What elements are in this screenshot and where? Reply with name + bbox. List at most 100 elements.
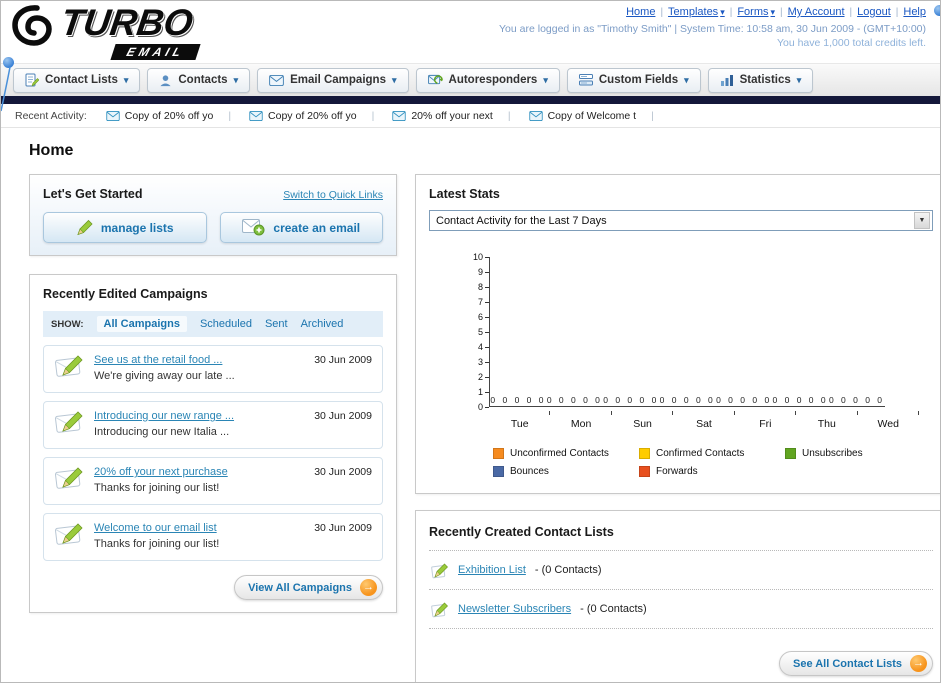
- chart-bar-group: 0 0 0 0 0: [603, 395, 659, 405]
- campaign-title-link[interactable]: Welcome to our email list: [94, 522, 219, 534]
- chart-value-labels: 0 0 0 0 0: [490, 395, 546, 405]
- chart-category-label: Sat: [696, 418, 712, 430]
- recent-activity-item[interactable]: Copy of 20% off yo: [240, 110, 383, 122]
- chevron-down-icon: [914, 212, 930, 229]
- top-link-my-account[interactable]: My Account: [788, 6, 845, 18]
- envelope-pencil-icon: [54, 353, 84, 384]
- chart-y-tick: 3: [463, 358, 489, 367]
- nav-accent-bar: [1, 96, 940, 104]
- top-link-home[interactable]: Home: [626, 6, 655, 18]
- legend-item-unconfirmed-contacts: Unconfirmed Contacts: [493, 448, 639, 459]
- legend-swatch: [639, 448, 650, 459]
- envelope-icon: [249, 110, 263, 121]
- top-link-logout[interactable]: Logout: [857, 6, 891, 18]
- recent-activity-text: Copy of 20% off yo: [124, 109, 214, 122]
- contact-list-detail: - (0 Contacts): [580, 603, 647, 615]
- manage-lists-button[interactable]: manage lists: [43, 212, 207, 243]
- nav-tab-label: Custom Fields: [598, 74, 679, 86]
- recent-activity-item[interactable]: 20% off your next: [383, 110, 519, 122]
- nav-tab-label: Autoresponders: [448, 74, 538, 86]
- envelope-icon: [269, 74, 284, 86]
- switch-quick-links-link[interactable]: Switch to Quick Links: [283, 189, 383, 201]
- nav-tab-autoresponders[interactable]: Autoresponders: [415, 67, 560, 93]
- chart-y-tick: 4: [463, 343, 489, 352]
- filter-tab-all-campaigns[interactable]: All Campaigns: [96, 316, 187, 332]
- pencil-icon: [431, 600, 449, 618]
- contact-list-link[interactable]: Exhibition List: [458, 564, 526, 576]
- campaign-date: 30 Jun 2009: [314, 466, 372, 478]
- nav-tab-contacts[interactable]: Contacts: [147, 67, 251, 93]
- campaign-subtitle: Introducing our new Italia ...: [94, 426, 230, 438]
- view-all-campaigns-button[interactable]: View All Campaigns: [234, 575, 383, 600]
- logo-swirl-icon: [11, 3, 59, 49]
- chart-bar-group: 0 0 0 0 0: [490, 395, 546, 405]
- chart-y-axis: 10 9 8 7 6 5 4 3 2 1 0: [463, 253, 489, 412]
- nav-tab-statistics[interactable]: Statistics: [707, 67, 814, 93]
- contact-list-row[interactable]: Exhibition List - (0 Contacts): [429, 551, 933, 590]
- contact-list-row[interactable]: Newsletter Subscribers - (0 Contacts): [429, 590, 933, 629]
- campaign-row[interactable]: See us at the retail food ... We're givi…: [43, 345, 383, 393]
- get-started-panel: Let's Get Started Switch to Quick Links …: [29, 174, 397, 256]
- nav-tab-contact-lists[interactable]: Contact Lists: [13, 67, 141, 93]
- chart-category-label: Mon: [570, 418, 592, 430]
- recent-activity-text: Copy of 20% off yo: [268, 109, 357, 122]
- envelope-pencil-icon: [54, 465, 84, 496]
- chart-bar-group: 0 0 0 0 0: [829, 395, 885, 405]
- top-link-forms[interactable]: Forms: [737, 6, 775, 18]
- campaign-row[interactable]: Welcome to our email list Thanks for joi…: [43, 513, 383, 561]
- chevron-down-icon: [797, 74, 802, 86]
- pencil-icon: [431, 561, 449, 579]
- campaign-title-link[interactable]: 20% off your next purchase: [94, 466, 228, 478]
- top-link-templates-label: Templates: [668, 6, 719, 18]
- nav-tab-email-campaigns[interactable]: Email Campaigns: [257, 67, 409, 93]
- separator: [891, 6, 904, 18]
- chart-value-labels: 0 0 0 0 0: [716, 395, 772, 405]
- page: TURBO EMAIL Home Templates Forms My Account…: [0, 0, 941, 683]
- chart-category-label: Fri: [759, 418, 772, 430]
- campaign-title-link[interactable]: See us at the retail food ...: [94, 354, 235, 366]
- top-link-help[interactable]: Help: [903, 6, 926, 18]
- create-email-button[interactable]: create an email: [219, 212, 383, 243]
- campaign-title-link[interactable]: Introducing our new range ...: [94, 410, 234, 422]
- chart-value-labels: 0 0 0 0 0: [546, 395, 603, 405]
- chart-bar-group: 0 0 0 0 0: [659, 395, 715, 405]
- filter-tab-archived[interactable]: Archived: [301, 318, 344, 330]
- filter-tab-sent[interactable]: Sent: [265, 318, 288, 330]
- envelope-icon: [392, 110, 406, 121]
- main-content: Home Let's Get Started Switch to Quick L…: [1, 128, 940, 682]
- envelope-icon: [106, 110, 120, 121]
- legend-swatch: [493, 448, 504, 459]
- view-all-campaigns-label: View All Campaigns: [248, 581, 352, 594]
- chevron-down-icon: [392, 74, 397, 86]
- contact-list-link[interactable]: Newsletter Subscribers: [458, 603, 571, 615]
- contact-activity-chart: 10 9 8 7 6 5 4 3 2 1 0 0 0 0 0 00 0 0 0 00 0 0 0 0…: [463, 253, 933, 412]
- nav-tab-label: Email Campaigns: [290, 74, 386, 86]
- legend-label: Unconfirmed Contacts: [510, 448, 609, 459]
- recent-activity-item[interactable]: Copy of 20% off yo: [97, 110, 240, 122]
- campaigns-panel: Recently Edited Campaigns SHOW: All Camp…: [29, 274, 397, 613]
- app-logo[interactable]: TURBO EMAIL: [11, 2, 201, 61]
- chart-category-label: Sun: [633, 418, 652, 430]
- header-right: Home Templates Forms My Account Logout Help Y…: [499, 6, 926, 49]
- recent-activity-item[interactable]: Copy of Welcome t: [520, 110, 663, 122]
- separator: [725, 6, 738, 18]
- campaign-row[interactable]: Introducing our new range ... Introducin…: [43, 401, 383, 449]
- campaign-row[interactable]: 20% off your next purchase Thanks for jo…: [43, 457, 383, 505]
- autoresponder-icon: [427, 74, 443, 86]
- campaign-subtitle: Thanks for joining our list!: [94, 482, 220, 494]
- chart-y-tick: 5: [463, 328, 489, 337]
- manage-lists-label: manage lists: [100, 220, 174, 235]
- logo-text: TURBO EMAIL: [58, 2, 201, 61]
- top-link-templates[interactable]: Templates: [668, 6, 725, 18]
- filter-tab-scheduled[interactable]: Scheduled: [200, 318, 252, 330]
- chart-x-labels: Tue Mon Sun Sat Fri Thu Wed: [463, 415, 919, 430]
- nav-tab-label: Statistics: [739, 74, 791, 86]
- chevron-down-icon: [234, 74, 239, 86]
- legend-item-unsubscribes: Unsubscribes: [785, 448, 931, 459]
- pencil-icon: [76, 219, 93, 236]
- legend-swatch: [493, 466, 504, 477]
- nav-tab-custom-fields[interactable]: Custom Fields: [566, 67, 701, 93]
- see-all-contact-lists-button[interactable]: See All Contact Lists: [778, 651, 933, 676]
- stats-period-select[interactable]: Contact Activity for the Last 7 Days: [429, 210, 933, 231]
- nav-tab-label: Contacts: [178, 74, 228, 86]
